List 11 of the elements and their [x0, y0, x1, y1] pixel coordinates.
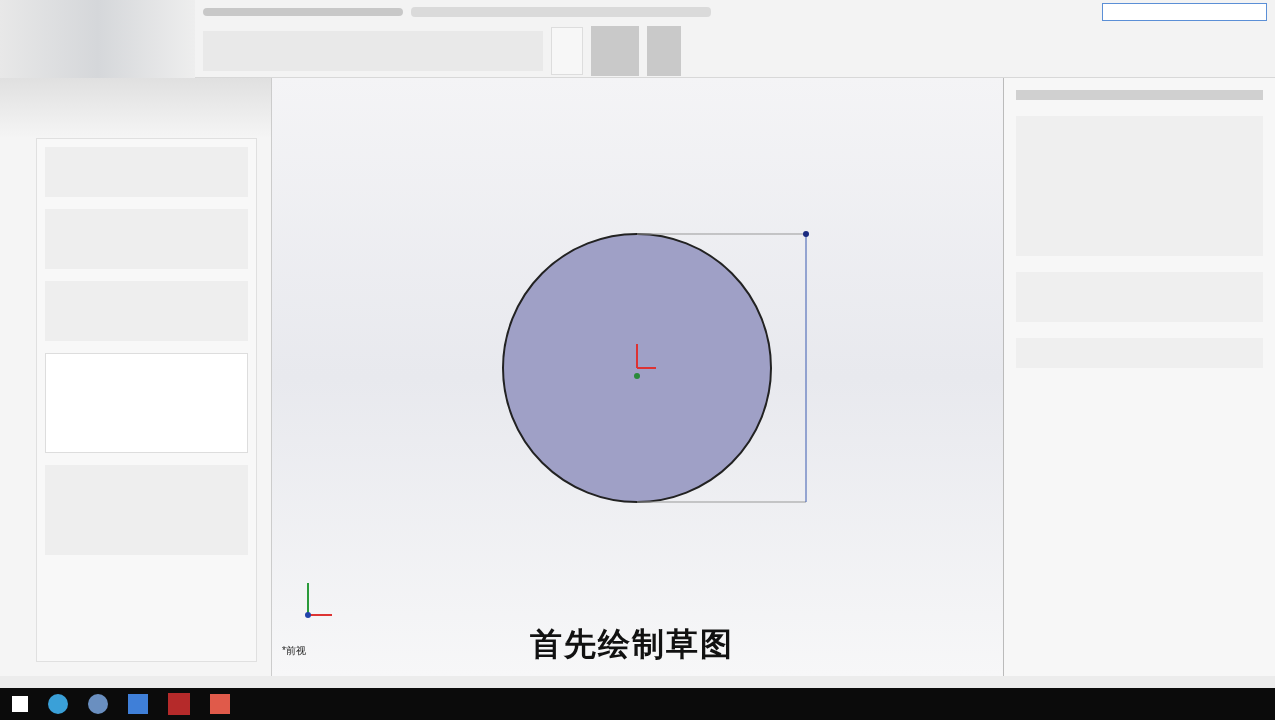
- search-field[interactable]: [1102, 3, 1267, 21]
- browser-icon[interactable]: [48, 694, 68, 714]
- start-icon[interactable]: [12, 696, 28, 712]
- subtitle-caption: 首先绘制草图: [530, 625, 734, 664]
- toolbar-button[interactable]: [591, 26, 639, 76]
- axis-triad-icon: [305, 582, 333, 618]
- origin-icon: [634, 343, 657, 379]
- toolbar-button[interactable]: [647, 26, 681, 76]
- view-label: *前视: [282, 644, 306, 658]
- toolbar-button[interactable]: [551, 27, 583, 75]
- app-icon[interactable]: [88, 694, 108, 714]
